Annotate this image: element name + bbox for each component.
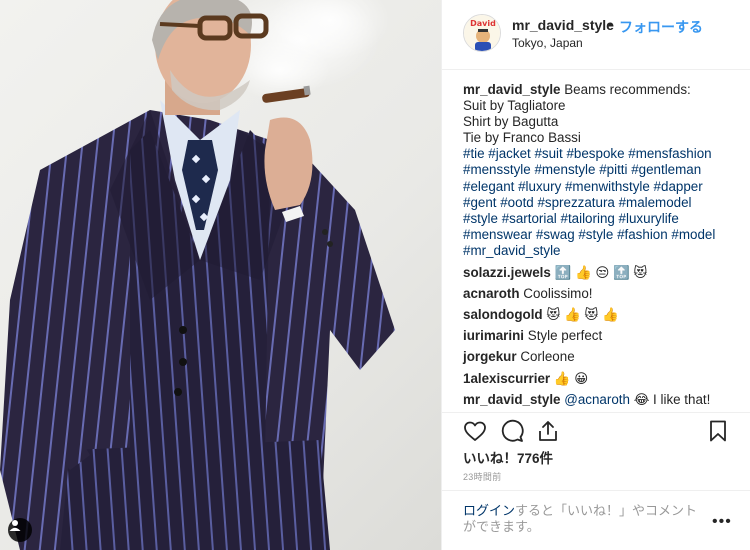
user-tag-icon <box>9 520 21 531</box>
comment-text: 👍 😀 <box>553 370 589 386</box>
hashtag-line[interactable]: #elegant #luxury #menwithstyle #dapper <box>463 179 743 195</box>
location-link[interactable]: Tokyo, Japan <box>512 36 583 50</box>
comment-text: Style perfect <box>527 328 603 344</box>
like-button[interactable] <box>463 419 487 443</box>
comment-text: Coolissimo! <box>523 286 593 302</box>
bookmark-icon <box>710 420 726 442</box>
user-tag-button[interactable] <box>8 518 32 542</box>
caption-line: Shirt by Bagutta <box>463 114 559 130</box>
login-link[interactable]: ログイン <box>463 503 515 518</box>
share-icon <box>539 421 557 441</box>
comments-list: mr_david_style Beams recommends: Suit by… <box>463 82 743 408</box>
comment-username[interactable]: salondogold <box>463 307 543 322</box>
avatar[interactable]: David <box>463 14 501 52</box>
comment-username[interactable]: jorgekur <box>463 349 517 364</box>
comment-item: jorgekur Corleone <box>463 349 743 365</box>
comment-text: 😻 👍 😻 👍 <box>546 307 619 323</box>
comment-item: salondogold 😻 👍 😻 👍 <box>463 307 743 323</box>
hashtag-line[interactable]: #mensstyle #menstyle #pitti #gentleman <box>463 162 743 178</box>
header-separator: • <box>608 16 613 32</box>
like-count[interactable]: いいね！776件 <box>463 447 553 467</box>
comment-item: iurimarini Style perfect <box>463 328 743 344</box>
hashtag-line[interactable]: #mr_david_style <box>463 243 743 259</box>
share-button[interactable] <box>536 419 560 443</box>
caption-username[interactable]: mr_david_style <box>463 82 561 97</box>
comment-username[interactable]: iurimarini <box>463 328 524 343</box>
comment-text: 😂 I like that! <box>629 391 711 407</box>
comment-mention[interactable]: @acnaroth <box>564 392 630 407</box>
caption-text: Beams recommends: <box>564 82 691 97</box>
hashtag-line[interactable]: #style #sartorial #tailoring #luxurylife <box>463 211 743 227</box>
caption-line: Tie by Franco Bassi <box>463 130 581 146</box>
comment-icon <box>501 419 524 442</box>
comment-username[interactable]: 1alexiscurrier <box>463 371 550 386</box>
avatar-image: David <box>464 15 500 51</box>
comment-item: 1alexiscurrier 👍 😀 <box>463 371 743 387</box>
comment-username[interactable]: solazzi.jewels <box>463 265 551 280</box>
header-username[interactable]: mr_david_style <box>512 17 614 33</box>
post-photo[interactable] <box>0 0 441 550</box>
hashtag-line[interactable]: #tie #jacket #suit #bespoke #mensfashion <box>463 146 743 162</box>
comment-username[interactable]: mr_david_style <box>463 392 561 407</box>
more-options-button[interactable]: ••• <box>712 513 732 531</box>
comment-item: acnaroth Coolissimo! <box>463 286 743 302</box>
follow-button[interactable]: フォローする <box>619 17 703 37</box>
caption-line: mr_david_style Beams recommends: <box>463 82 743 98</box>
post-sidebar: David mr_david_style • フォローする Tokyo, Jap… <box>441 0 750 550</box>
comment-username[interactable]: acnaroth <box>463 286 520 301</box>
caption-line: Suit by Tagliatore <box>463 98 566 114</box>
action-bar <box>442 412 750 446</box>
post-header: David mr_david_style • フォローする Tokyo, Jap… <box>442 0 750 70</box>
save-button[interactable] <box>706 419 730 443</box>
hashtag-line[interactable]: #menswear #swag #style #fashion #model <box>463 227 743 243</box>
login-prompt: ログインすると「いいね！」やコメントができます。 ••• <box>442 490 750 550</box>
comment-text: Corleone <box>520 349 575 365</box>
comment-button[interactable] <box>500 419 524 443</box>
post-timestamp[interactable]: 23時間前 <box>463 470 502 483</box>
heart-icon <box>464 421 486 441</box>
hashtag-line[interactable]: #gent #ootd #sprezzatura #malemodel <box>463 195 743 211</box>
caption: mr_david_style Beams recommends: Suit by… <box>463 82 743 259</box>
comment-item: solazzi.jewels 🔝 👍 😒 🔝 😻 <box>463 265 743 281</box>
comment-item: mr_david_style @acnaroth 😂 I like that! <box>463 392 743 408</box>
post-photo-illustration <box>0 0 395 550</box>
svg-text:David: David <box>470 19 496 28</box>
comment-text: 🔝 👍 😒 🔝 😻 <box>554 265 648 281</box>
login-prompt-text: ログインすると「いいね！」やコメントができます。 <box>463 503 703 535</box>
